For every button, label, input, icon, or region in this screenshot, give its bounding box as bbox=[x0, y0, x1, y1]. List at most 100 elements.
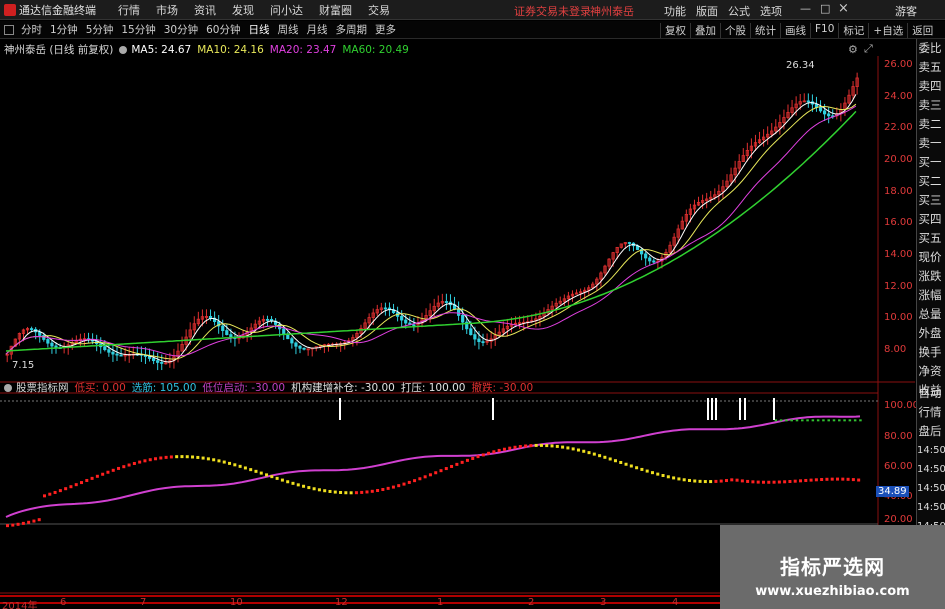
sidebar-lower-item[interactable]: 14:50 bbox=[917, 498, 945, 517]
f10-button[interactable]: F10 bbox=[810, 23, 838, 38]
indicator-wave-dot bbox=[624, 462, 628, 466]
candle-body bbox=[818, 106, 823, 112]
indicator-wave-dot bbox=[709, 480, 713, 484]
stats-button[interactable]: 统计 bbox=[750, 23, 780, 38]
time-tick: 2014年 bbox=[2, 601, 38, 609]
indicator-wave-dot bbox=[6, 524, 9, 528]
back-button[interactable]: 返回 bbox=[907, 23, 937, 38]
maximize-button[interactable]: □ bbox=[820, 2, 830, 15]
sidebar-item[interactable]: 涨跌 bbox=[917, 267, 943, 286]
price-tick: 14.00 bbox=[884, 249, 913, 260]
tab-30min[interactable]: 30分钟 bbox=[160, 22, 202, 37]
menu-item-trade[interactable]: 交易 bbox=[360, 2, 398, 18]
menu-layout[interactable]: 版面 bbox=[696, 3, 718, 19]
draw-button[interactable]: 画线 bbox=[780, 23, 810, 38]
login-notice[interactable]: 证券交易未登录 bbox=[514, 3, 591, 19]
candle-body bbox=[282, 328, 286, 335]
sidebar-item[interactable]: 外盘 bbox=[917, 324, 943, 343]
sidebar-item[interactable]: 委比 bbox=[917, 39, 943, 58]
tab-multi-period[interactable]: 多周期 bbox=[332, 22, 372, 37]
adjust-button[interactable]: 复权 bbox=[660, 23, 690, 38]
sidebar-item[interactable]: 买一 bbox=[917, 153, 943, 172]
menu-item-discover[interactable]: 发现 bbox=[224, 2, 262, 18]
indicator-wave-dot bbox=[761, 480, 765, 484]
tab-5min[interactable]: 5分钟 bbox=[82, 22, 118, 37]
sidebar-item[interactable]: 卖四 bbox=[917, 77, 943, 96]
menu-function[interactable]: 功能 bbox=[664, 3, 686, 19]
tab-weekly[interactable]: 周线 bbox=[274, 22, 303, 37]
sidebar-lower-item[interactable]: 盘后 bbox=[917, 422, 943, 441]
stock-name-link[interactable]: 神州泰岳 bbox=[590, 3, 634, 19]
sidebar-item[interactable]: 买二 bbox=[917, 172, 943, 191]
indicator-name[interactable]: 股票指标网 bbox=[16, 380, 69, 395]
indicator-wave-dot bbox=[836, 477, 840, 481]
user-label[interactable]: 游客 bbox=[895, 3, 917, 19]
indicator-wave-dot bbox=[830, 477, 834, 481]
sidebar-item[interactable]: 总量 bbox=[917, 305, 943, 324]
indicator-wave-dot bbox=[851, 478, 855, 482]
close-button[interactable]: × bbox=[838, 1, 849, 16]
indicator-wave-dot bbox=[302, 484, 306, 488]
tab-15min[interactable]: 15分钟 bbox=[117, 22, 159, 37]
sidebar-item[interactable]: 现价 bbox=[917, 248, 943, 267]
sidebar-lower-item[interactable]: 14:50 bbox=[917, 479, 945, 498]
tab-60min[interactable]: 60分钟 bbox=[202, 22, 244, 37]
indicator-wave-dot bbox=[740, 479, 744, 483]
indicator-wave-dot bbox=[90, 476, 94, 480]
chart-settings-icon[interactable]: ⚙ bbox=[848, 43, 858, 56]
sidebar-item[interactable]: 卖一 bbox=[917, 134, 943, 153]
indicator-green-dot bbox=[832, 419, 836, 422]
indicator-settings-icon[interactable] bbox=[4, 383, 12, 392]
sidebar-lower-item[interactable]: 自动 bbox=[917, 384, 943, 403]
indicator-wave-dot bbox=[69, 485, 73, 489]
indicator-wave-dot bbox=[238, 464, 242, 468]
sidebar-item[interactable]: 涨幅 bbox=[917, 286, 943, 305]
sidebar-lower-item[interactable]: 14:50 bbox=[917, 441, 945, 460]
overlay-button[interactable]: 叠加 bbox=[690, 23, 720, 38]
menu-formula[interactable]: 公式 bbox=[728, 3, 750, 19]
sidebar-item[interactable]: 卖二 bbox=[917, 115, 943, 134]
sidebar-lower-item[interactable]: 行情 bbox=[917, 403, 943, 422]
watermark: 指标严选网 www.xuezhibiao.com bbox=[720, 525, 945, 609]
indicator-wave-dot bbox=[27, 520, 31, 524]
minimize-button[interactable]: — bbox=[800, 2, 811, 15]
indicator-wave-dot bbox=[212, 458, 216, 462]
sidebar-item[interactable]: 换手 bbox=[917, 343, 943, 362]
candle-body bbox=[156, 360, 160, 363]
tab-more[interactable]: 更多 bbox=[371, 22, 400, 37]
menu-item-ask[interactable]: 问小达 bbox=[262, 2, 311, 18]
menu-item-wealth[interactable]: 财富圈 bbox=[311, 2, 360, 18]
mark-button[interactable]: 标记 bbox=[838, 23, 868, 38]
indicator-wave-dot bbox=[169, 455, 173, 459]
indicator-wave-dot bbox=[16, 522, 20, 526]
sidebar-lower-item[interactable]: 14:50 bbox=[917, 460, 945, 479]
menu-item-market[interactable]: 市场 bbox=[148, 2, 186, 18]
chart-expand-icon[interactable]: ⤢ bbox=[864, 42, 873, 56]
watermark-url: www.xuezhibiao.com bbox=[755, 584, 910, 599]
indicator-wave-dot bbox=[846, 477, 850, 481]
sidebar-item[interactable]: 买三 bbox=[917, 191, 943, 210]
settings-dot-icon[interactable] bbox=[119, 45, 128, 54]
indicator-wave-dot bbox=[751, 480, 755, 484]
indicator-wave-dot bbox=[508, 446, 512, 450]
sidebar-item[interactable]: 卖五 bbox=[917, 58, 943, 77]
add-watchlist-button[interactable]: +自选 bbox=[868, 23, 907, 38]
indicator-wave-dot bbox=[476, 455, 480, 459]
sidebar-item[interactable]: 净资 bbox=[917, 362, 943, 381]
sidebar-item[interactable]: 买五 bbox=[917, 229, 943, 248]
tab-daily[interactable]: 日线 bbox=[245, 22, 274, 37]
candle-body bbox=[115, 353, 119, 356]
ma20-line bbox=[5, 105, 857, 357]
menu-item-quotes[interactable]: 行情 bbox=[110, 2, 148, 18]
sidebar-item[interactable]: 卖三 bbox=[917, 96, 943, 115]
tab-monthly[interactable]: 月线 bbox=[303, 22, 332, 37]
tab-1min[interactable]: 1分钟 bbox=[46, 22, 82, 37]
indicator-green-dot bbox=[806, 419, 809, 422]
sidebar-item[interactable]: 买四 bbox=[917, 210, 943, 229]
tab-intraday[interactable]: 分时 bbox=[17, 22, 46, 37]
indicator-wave-dot bbox=[735, 478, 739, 482]
menu-item-news[interactable]: 资讯 bbox=[186, 2, 224, 18]
stock-button[interactable]: 个股 bbox=[720, 23, 750, 38]
menu-options[interactable]: 选项 bbox=[760, 3, 782, 19]
toolbar-actions: 复权 叠加 个股 统计 画线 F10 标记 +自选 返回 bbox=[660, 23, 937, 38]
